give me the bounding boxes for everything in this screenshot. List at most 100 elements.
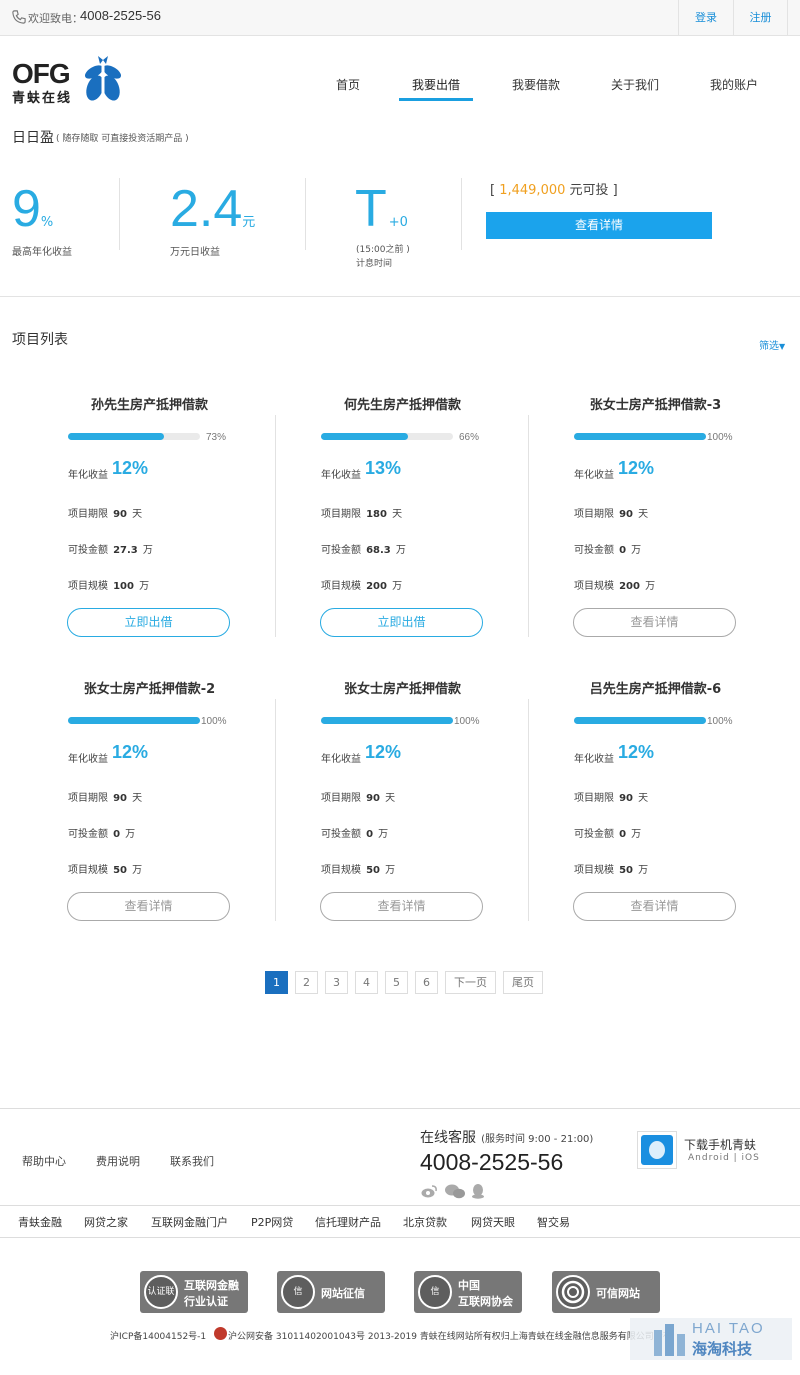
footer-contact-link[interactable]: 联系我们 [170,1153,214,1169]
term-unit: 天 [392,509,403,520]
page-6-button[interactable]: 6 [415,971,438,994]
card-divider [528,415,529,637]
project-title[interactable]: 张女士房产抵押借款-3 [529,394,782,413]
association-seal-icon: 信 [418,1275,452,1309]
available-unit: 万 [631,829,642,840]
progress-bar [321,717,453,724]
partner-link[interactable]: 网贷之家 [84,1214,128,1230]
rate-value: 12% [365,742,402,762]
footer-divider [0,1108,800,1109]
footer-help-link[interactable]: 帮助中心 [22,1153,66,1169]
page-1-button[interactable]: 1 [265,971,288,994]
trusted-site-icon [556,1275,590,1309]
page-3-button[interactable]: 3 [325,971,348,994]
progress-percent: 100% [707,432,733,443]
watermark-en: HAI TAO [692,1320,765,1337]
product-detail-button[interactable]: 查看详情 [486,212,712,239]
project-title[interactable]: 吕先生房产抵押借款-6 [529,678,782,697]
daily-stat: 2.4元 [170,183,255,235]
hotline-number: 4008-2525-56 [80,8,161,23]
nav-account[interactable]: 我的账户 [698,76,770,93]
certification-badge[interactable]: 信 网站征信 [277,1271,385,1313]
nav-borrow[interactable]: 我要借款 [500,76,572,93]
partner-divider-bottom [0,1237,800,1238]
term-row: 项目期限 180 天 [321,502,402,521]
progress-fill [68,717,200,724]
filter-label: 筛选 [759,341,779,352]
daily-label: 万元日收益 [170,247,220,258]
scale-unit: 万 [392,581,403,592]
service-hours: (服务时间 9:00 - 21:00) [481,1134,594,1145]
product-name: 日日盈 [12,130,54,146]
term-label: 项目期限 [574,793,614,804]
available-row: 可投金额 0 万 [68,822,135,841]
view-detail-button[interactable]: 查看详情 [320,892,483,921]
partner-link[interactable]: 智交易 [537,1214,570,1230]
invest-now-button[interactable]: 立即出借 [320,608,483,637]
scale-value: 200 [366,581,387,592]
project-title[interactable]: 张女士房产抵押借款 [276,678,529,697]
certification-badge[interactable]: 信 中国 互联网协会 [414,1271,522,1313]
app-download-title[interactable]: 下载手机青蚨 [684,1136,756,1153]
scale-value: 50 [113,865,128,876]
partner-link[interactable]: 网贷天眼 [471,1214,515,1230]
progress-percent: 100% [454,716,480,727]
view-detail-button[interactable]: 查看详情 [573,608,736,637]
progress-percent: 66% [459,432,480,443]
next-page-button[interactable]: 下一页 [445,971,496,994]
term-row: 项目期限 90 天 [574,502,648,521]
view-detail-button[interactable]: 查看详情 [573,892,736,921]
nav-about[interactable]: 关于我们 [599,76,671,93]
term-label: 项目期限 [68,793,108,804]
login-link[interactable]: 登录 [678,0,733,35]
t-note: (15:00之前 ) [356,245,410,255]
term-unit: 天 [385,793,396,804]
scale-label: 项目规模 [68,581,108,592]
service-phone: 4008-2525-56 [420,1149,564,1175]
partner-link[interactable]: P2P网贷 [251,1214,293,1230]
weibo-icon[interactable] [421,1184,438,1198]
filter-dropdown[interactable]: 筛选▼ [759,337,785,352]
available-label: 可投金额 [68,829,108,840]
partner-link[interactable]: 互联网金融门户 [151,1214,228,1230]
page-5-button[interactable]: 5 [385,971,408,994]
available-row: 可投金额 27.3 万 [68,538,153,557]
app-icon[interactable] [637,1131,677,1169]
partner-link[interactable]: 青蚨金融 [18,1214,62,1230]
footer-fees-link[interactable]: 费用说明 [96,1153,140,1169]
last-page-button[interactable]: 尾页 [503,971,543,994]
register-link[interactable]: 注册 [733,0,788,35]
term-label: 项目期限 [68,509,108,520]
nav-home[interactable]: 首页 [324,76,372,93]
scale-row: 项目规模 50 万 [68,858,142,877]
page-4-button[interactable]: 4 [355,971,378,994]
qq-icon[interactable] [471,1184,485,1199]
rate-label: 年化收益 [321,470,361,481]
certification-badge[interactable]: 认证联盟互联网金融行业认证 [140,1271,248,1313]
available-unit: 万 [378,829,389,840]
partner-link[interactable]: 信托理财产品 [315,1214,381,1230]
available-label: 可投金额 [68,545,108,556]
rate-label: 年化收益 [321,754,361,765]
progress-fill [574,433,706,440]
project-title[interactable]: 孙先生房产抵押借款 [23,394,276,413]
wechat-icon[interactable] [445,1184,465,1199]
app-platforms: Android | iOS [688,1153,760,1163]
page-2-button[interactable]: 2 [295,971,318,994]
logo-mark: OFG [12,58,71,89]
partner-link[interactable]: 北京贷款 [403,1214,447,1230]
logo[interactable]: OFG 青蚨在线 [12,56,127,108]
progress-fill [321,433,409,440]
project-title[interactable]: 张女士房产抵押借款-2 [23,678,276,697]
progress-percent: 73% [206,432,227,443]
nav-invest[interactable]: 我要出借 [400,76,472,93]
view-detail-button[interactable]: 查看详情 [67,892,230,921]
project-title[interactable]: 何先生房产抵押借款 [276,394,529,413]
rate-label: 年化收益 [574,754,614,765]
available-unit: 万 [631,545,642,556]
certification-badge[interactable]: 可信网站 [552,1271,660,1313]
scale-label: 项目规模 [68,865,108,876]
invest-now-button[interactable]: 立即出借 [67,608,230,637]
nav-active-underline [399,98,473,101]
rate-label: 年化收益 [68,470,108,481]
